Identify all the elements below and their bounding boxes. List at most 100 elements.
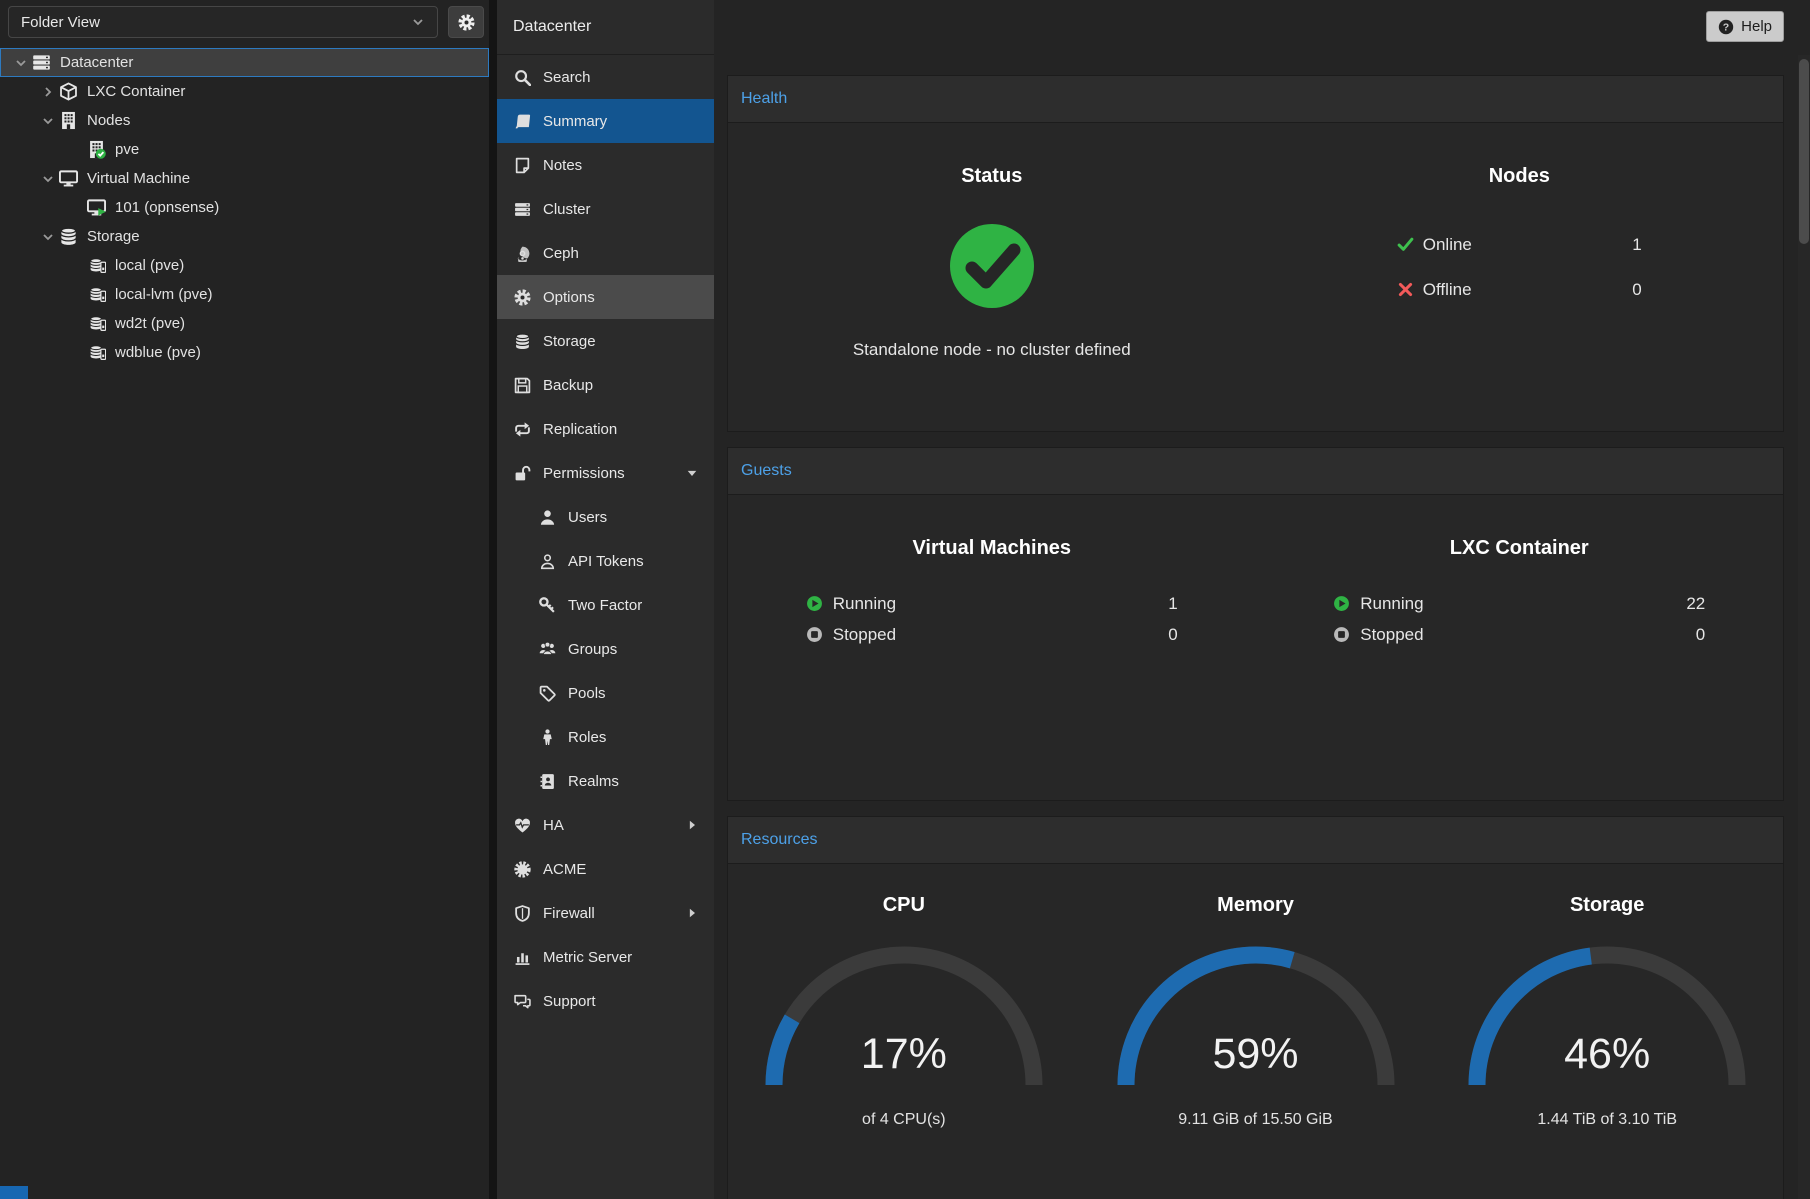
menu-item-users[interactable]: Users <box>497 495 714 539</box>
expander-spacer <box>68 200 84 216</box>
tree-settings-button[interactable] <box>448 6 484 38</box>
tree-item-label: 101 (opnsense) <box>115 199 219 216</box>
chevron-down-icon <box>41 172 55 186</box>
tree-item-nodes[interactable]: Nodes <box>0 106 489 135</box>
lxc-running-row: Running 22 <box>1333 588 1705 619</box>
tree-item-local-lvm-pve[interactable]: local-lvm (pve) <box>0 280 489 309</box>
unlock-icon <box>514 465 531 482</box>
menu-item-ceph[interactable]: Ceph <box>497 231 714 275</box>
menu-item-support[interactable]: Support <box>497 979 714 1023</box>
menu-item-acme[interactable]: ACME <box>497 847 714 891</box>
expander-chevron-down-icon[interactable] <box>13 55 29 71</box>
user-outline-icon <box>539 553 556 570</box>
menu-items: Search Summary Notes ClusterCeph Options Stor… <box>497 55 714 1023</box>
tree-item-wd2t-pve[interactable]: wd2t (pve) <box>0 309 489 338</box>
resources-panel-body: CPU 17% of 4 CPU(s) Memory <box>727 863 1784 1199</box>
tree-item-local-pve[interactable]: local (pve) <box>0 251 489 280</box>
menu-item-search[interactable]: Search <box>497 55 714 99</box>
lxc-heading: LXC Container <box>1450 537 1589 560</box>
view-mode-select[interactable]: Folder View <box>8 6 438 38</box>
lxc-stopped-value: 0 <box>1696 625 1705 645</box>
expander-spacer <box>68 345 84 361</box>
help-button[interactable]: Help <box>1706 11 1784 42</box>
tree-item-label: pve <box>115 141 139 158</box>
nodes-offline-row: Offline 0 <box>1397 267 1642 312</box>
menu-item-roles[interactable]: Roles <box>497 715 714 759</box>
expander-chevron-right-icon[interactable] <box>40 84 56 100</box>
replication-icon <box>514 421 531 438</box>
memory-gauge: Memory 59% 9.11 GiB of 15.50 GiB <box>1080 864 1432 1199</box>
big-check-icon <box>950 224 1034 308</box>
check-icon <box>1397 236 1414 253</box>
menu-item-api-tokens[interactable]: API Tokens <box>497 539 714 583</box>
guests-panel: Guests Virtual Machines Running 1 <box>727 447 1784 801</box>
play-circle-icon <box>806 595 823 612</box>
menu-item-replication[interactable]: Replication <box>497 407 714 451</box>
tree-item-storage[interactable]: Storage <box>0 222 489 251</box>
health-panel-header: Health <box>727 75 1784 122</box>
tree-item-datacenter[interactable]: Datacenter <box>0 48 489 77</box>
expander-chevron-down-icon[interactable] <box>40 113 56 129</box>
tree-item-101-opnsense[interactable]: 101 (opnsense) <box>0 193 489 222</box>
lxc-column: LXC Container Running 22 Stopped 0 <box>1256 495 1784 800</box>
note-icon <box>514 157 531 174</box>
vm-running-label: Running <box>833 594 896 614</box>
resource-tree-sidebar: Folder View DatacenterLXC Container Nodes… <box>0 0 489 1199</box>
health-panel-body: Status Standalone node - no cluster defi… <box>727 122 1784 432</box>
menu-item-metric-server[interactable]: Metric Server <box>497 935 714 979</box>
tree-item-pve[interactable]: pve <box>0 135 489 164</box>
menu-item-label: Notes <box>543 157 582 174</box>
users-icon <box>539 641 556 658</box>
caret-right-icon <box>686 819 698 831</box>
monitor-play-icon <box>87 198 106 217</box>
menu-item-storage[interactable]: Storage <box>497 319 714 363</box>
tree-item-label: Nodes <box>87 112 130 129</box>
cpu-gauge: CPU 17% of 4 CPU(s) <box>728 864 1080 1199</box>
nodes-heading: Nodes <box>1489 165 1550 188</box>
person-icon <box>539 729 556 746</box>
vm-stopped-row: Stopped 0 <box>806 619 1178 650</box>
menu-item-two-factor[interactable]: Two Factor <box>497 583 714 627</box>
menu-item-summary[interactable]: Summary <box>497 99 714 143</box>
menu-item-backup[interactable]: Backup <box>497 363 714 407</box>
menu-item-options[interactable]: Options <box>497 275 714 319</box>
vm-running-value: 1 <box>1168 594 1177 614</box>
building-check-icon <box>87 140 106 159</box>
menu-item-firewall[interactable]: Firewall <box>497 891 714 935</box>
proxmox-app: Folder View DatacenterLXC ContainerNodes… <box>0 0 1810 1199</box>
storage-gauge-percent: 46% <box>1457 1030 1757 1079</box>
menu-item-realms[interactable]: Realms <box>497 759 714 803</box>
menu-item-cluster[interactable]: Cluster <box>497 187 714 231</box>
storage-gauge-arc: 46% <box>1457 935 1757 1095</box>
database-icon <box>514 333 531 350</box>
sidebar-splitter[interactable] <box>489 0 497 1199</box>
menu-item-permissions[interactable]: Permissions <box>497 451 714 495</box>
menu-item-label: Users <box>568 509 607 526</box>
menu-item-label: HA <box>543 817 564 834</box>
expander-chevron-down-icon[interactable] <box>40 229 56 245</box>
menu-item-label: Options <box>543 289 595 306</box>
summary-panels: Health Status Standalone node - no clust… <box>727 75 1784 1199</box>
tree-item-label: wd2t (pve) <box>115 315 185 332</box>
monitor-icon <box>59 169 78 188</box>
scrollbar-thumb[interactable] <box>1799 59 1809 244</box>
menu-item-label: Summary <box>543 113 607 130</box>
tree-item-virtual-machine[interactable]: Virtual Machine <box>0 164 489 193</box>
memory-gauge-arc: 59% <box>1106 935 1406 1095</box>
resources-panel-title: Resources <box>741 831 817 849</box>
nodes-status-column: Nodes Online 1 Offline 0 <box>1256 123 1784 431</box>
ceph-icon <box>514 245 531 262</box>
menu-item-notes[interactable]: Notes <box>497 143 714 187</box>
content-scrollbar[interactable] <box>1798 55 1810 1199</box>
menu-item-groups[interactable]: Groups <box>497 627 714 671</box>
tree-item-lxc-container[interactable]: LXC Container <box>0 77 489 106</box>
stop-circle-icon <box>1333 626 1350 643</box>
menu-item-pools[interactable]: Pools <box>497 671 714 715</box>
menu-item-ha[interactable]: HA <box>497 803 714 847</box>
question-circle-icon <box>1718 19 1734 35</box>
expander-chevron-down-icon[interactable] <box>40 171 56 187</box>
storage-gauge-detail: 1.44 TiB of 3.10 TiB <box>1537 1111 1677 1129</box>
cube-icon <box>59 82 78 101</box>
tree-item-wdblue-pve[interactable]: wdblue (pve) <box>0 338 489 367</box>
user-icon <box>539 509 556 526</box>
